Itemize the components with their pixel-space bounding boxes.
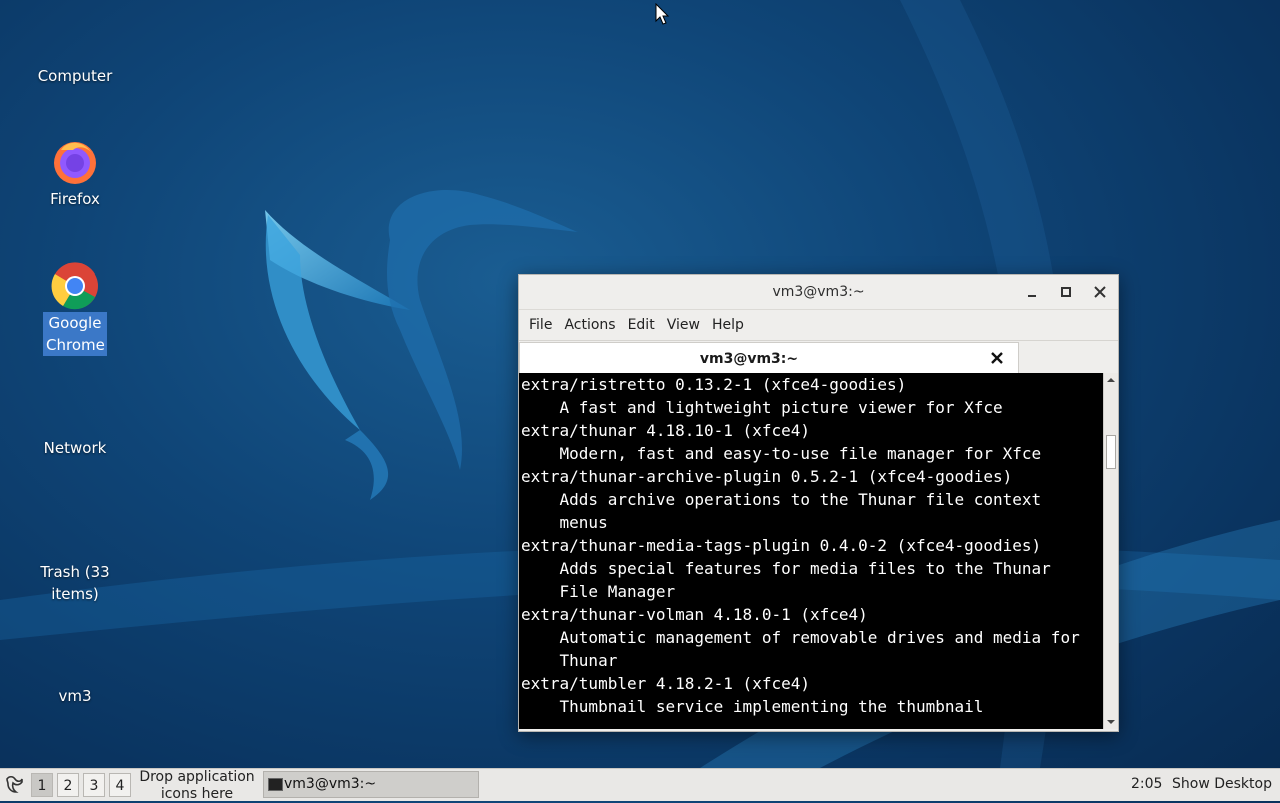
terminal-line: Adds archive operations to the Thunar fi… [521, 490, 1042, 509]
taskbar: 1 2 3 4 Drop application icons here vm3@… [0, 768, 1280, 803]
terminal-line: Adds special features for media files to… [521, 559, 1051, 578]
whisker-menu-icon[interactable] [3, 773, 25, 795]
desktop-icon-label: Trash (33 items) [40, 563, 110, 603]
minimize-icon[interactable] [1023, 283, 1041, 301]
drop-hint-line1: Drop application [139, 769, 255, 785]
terminal-line: Modern, fast and easy-to-use file manage… [521, 444, 1042, 463]
desktop-icon-network[interactable]: Network [25, 437, 125, 459]
workspace-3[interactable]: 3 [83, 773, 105, 797]
tab-terminal[interactable]: vm3@vm3:~ [519, 342, 1019, 374]
desktop-icon-trash[interactable]: Trash (33 items) [25, 561, 125, 605]
desktop-icon-label: vm3 [58, 687, 92, 705]
desktop-icon-home[interactable]: vm3 [25, 685, 125, 707]
menu-file[interactable]: File [523, 317, 558, 333]
tab-title: vm3@vm3:~ [699, 351, 799, 367]
terminal-line: extra/thunar-media-tags-plugin 0.4.0-2 (… [521, 536, 1042, 555]
desktop-icon-label: Firefox [50, 190, 100, 208]
desktop-icon-computer[interactable]: Computer [25, 65, 125, 87]
terminal-line: File Manager [521, 582, 676, 601]
taskbar-item-label: vm3@vm3:~ [284, 776, 377, 792]
menubar: File Actions Edit View Help [519, 310, 1118, 340]
terminal-line: extra/thunar-archive-plugin 0.5.2-1 (xfc… [521, 467, 1013, 486]
terminal-line: extra/tumbler 4.18.2-1 (xfce4) [521, 674, 810, 693]
workspace-1[interactable]: 1 [31, 773, 53, 797]
workspace-4[interactable]: 4 [109, 773, 131, 797]
terminal-icon [268, 778, 283, 791]
terminal-line: A fast and lightweight picture viewer fo… [521, 398, 1003, 417]
menu-help[interactable]: Help [706, 317, 750, 333]
terminal-line: extra/thunar-volman 4.18.0-1 (xfce4) [521, 605, 868, 624]
terminal-line: Automatic management of removable drives… [521, 628, 1080, 647]
menu-edit[interactable]: Edit [622, 317, 661, 333]
launcher-drop-zone: Drop application icons here [136, 769, 258, 803]
desktop-icon-label: Google Chrome [43, 312, 107, 356]
tab-close-icon[interactable] [990, 351, 1004, 365]
menu-view[interactable]: View [661, 317, 706, 333]
taskbar-item-terminal[interactable]: vm3@vm3:~ [263, 771, 479, 798]
terminal-window[interactable]: vm3@vm3:~ File Actions Edit View Help vm… [518, 274, 1119, 732]
terminal-text: extra/ristretto 0.13.2-1 (xfce4-goodies)… [519, 373, 1104, 718]
mouse-cursor-icon [655, 3, 670, 25]
terminal-scrollbar[interactable] [1103, 373, 1118, 729]
menu-actions[interactable]: Actions [558, 317, 621, 333]
scrollbar-thumb[interactable] [1106, 435, 1116, 469]
maximize-icon[interactable] [1057, 283, 1075, 301]
terminal-line: extra/ristretto 0.13.2-1 (xfce4-goodies) [521, 375, 907, 394]
show-desktop-button[interactable]: Show Desktop [1172, 776, 1272, 792]
tab-bar: vm3@vm3:~ [519, 340, 1118, 374]
window-titlebar[interactable]: vm3@vm3:~ [519, 275, 1118, 310]
terminal-output[interactable]: extra/ristretto 0.13.2-1 (xfce4-goodies)… [519, 373, 1104, 729]
scroll-down-icon[interactable] [1106, 717, 1116, 727]
clock[interactable]: 2:05 [1131, 776, 1162, 792]
terminal-line: extra/thunar 4.18.10-1 (xfce4) [521, 421, 810, 440]
drop-hint-line2: icons here [160, 786, 234, 802]
firefox-icon [54, 142, 96, 184]
scroll-up-icon[interactable] [1106, 375, 1116, 385]
terminal-line: Thunar [521, 651, 618, 670]
desktop-icon-firefox[interactable]: Firefox [25, 138, 125, 210]
close-icon[interactable] [1091, 283, 1109, 301]
desktop-icon-label: Network [43, 439, 107, 457]
chrome-icon [51, 262, 98, 310]
desktop-icon-label: Computer [37, 67, 113, 85]
terminal-line: menus [521, 513, 608, 532]
workspace-2[interactable]: 2 [57, 773, 79, 797]
desktop-icon-chrome[interactable]: Google Chrome [25, 262, 125, 356]
terminal-line: Thumbnail service implementing the thumb… [521, 697, 984, 716]
